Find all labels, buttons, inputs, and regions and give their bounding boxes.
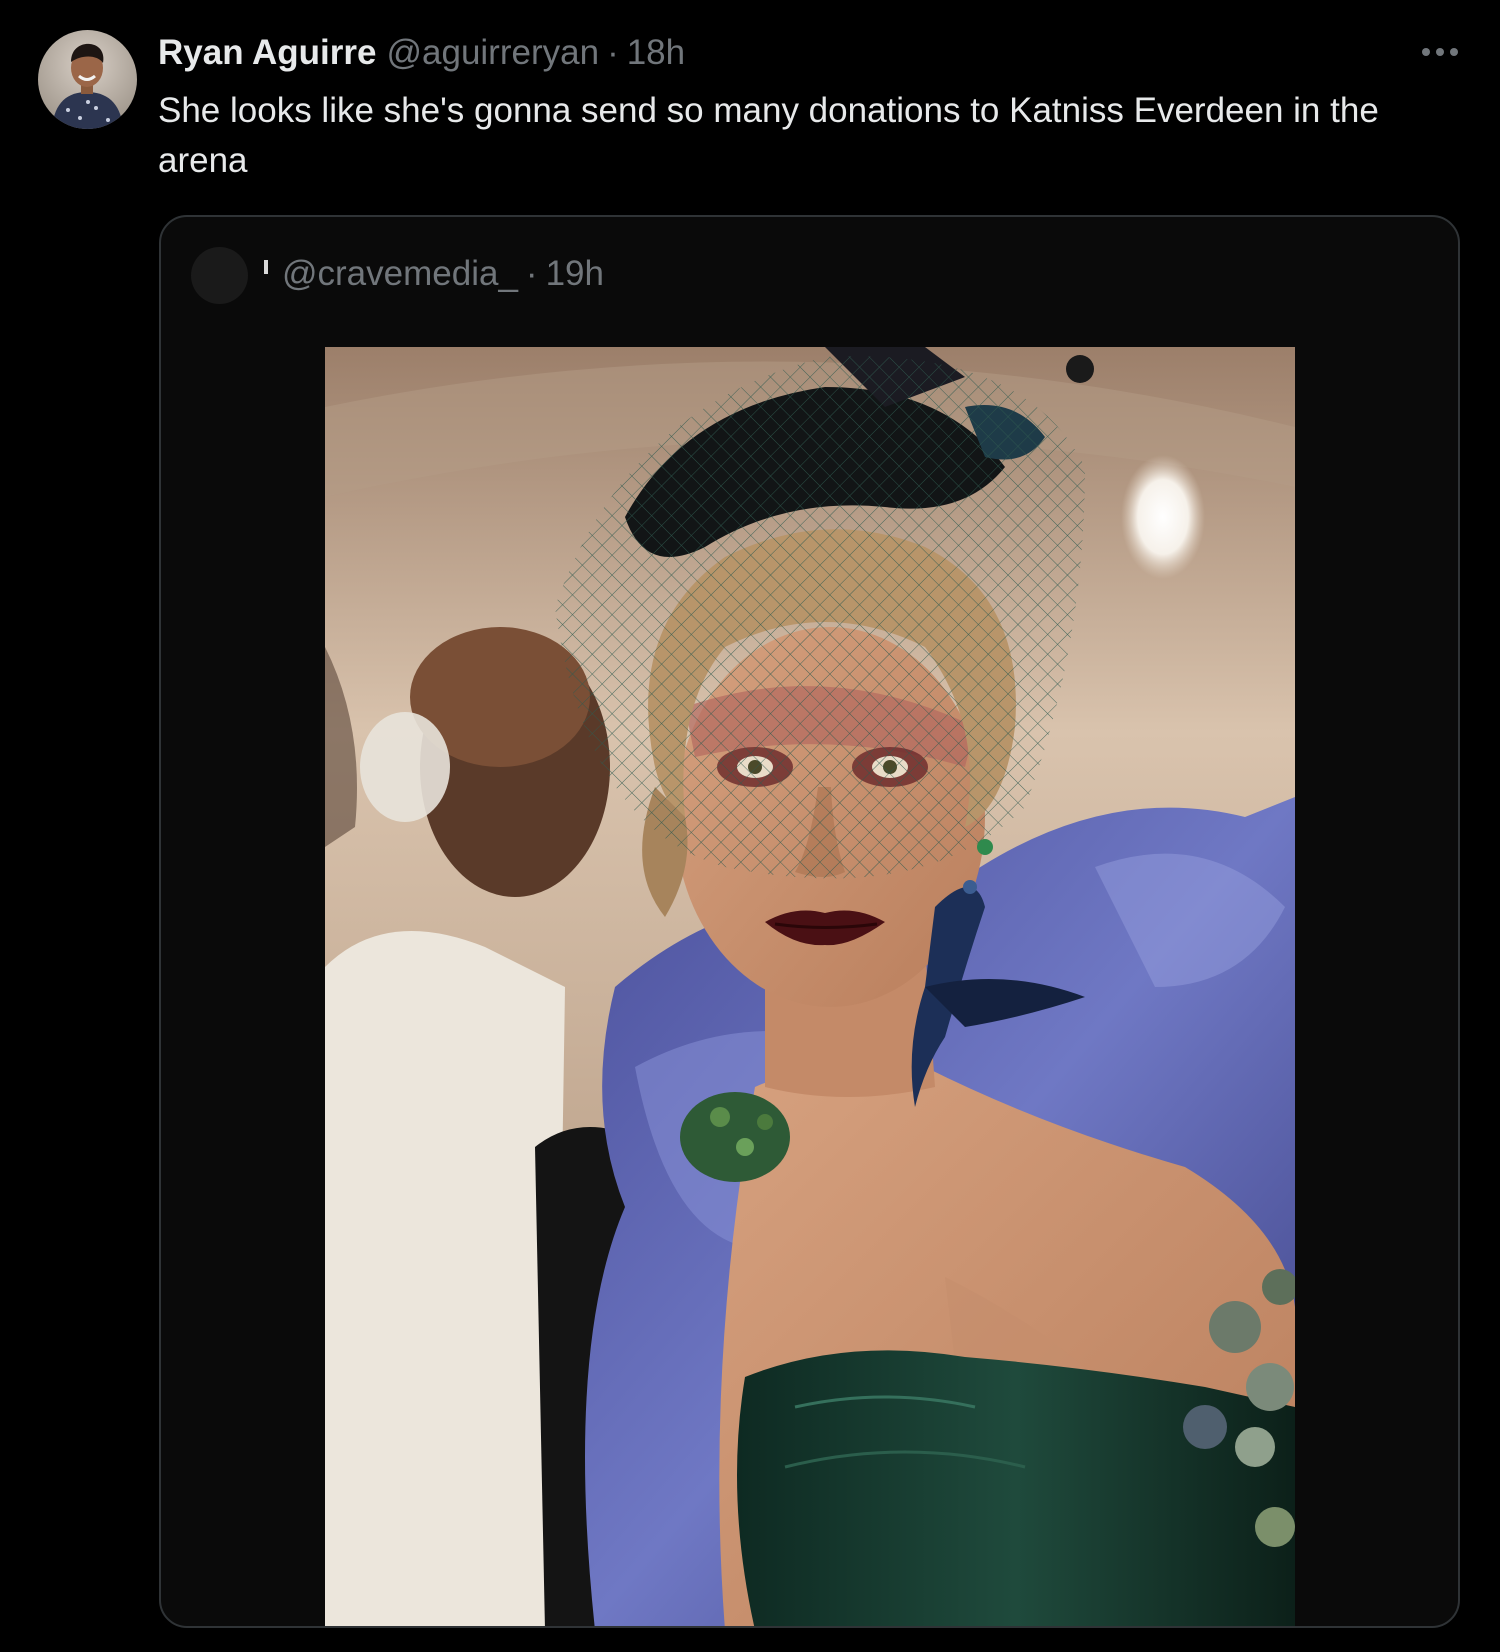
tweet[interactable]: Ryan Aguirre @aguirreryan · 18h She look… — [0, 0, 1500, 1652]
separator-dot: · — [607, 33, 619, 72]
quoted-tweet-photo[interactable] — [325, 347, 1295, 1626]
tweet-text: She looks like she's gonna send so many … — [158, 91, 1379, 180]
quoted-author-handle[interactable]: @cravemedia_ — [282, 254, 518, 294]
tweet-header: Ryan Aguirre @aguirreryan · 18h — [158, 30, 685, 76]
separator-dot: · — [525, 254, 538, 293]
quoted-author-name-fragment — [264, 260, 268, 274]
quoted-tweet-card[interactable]: @cravemedia_ · 19h — [159, 215, 1460, 1628]
quoted-tweet-header: @cravemedia_ · 19h — [282, 251, 604, 297]
author-avatar[interactable] — [38, 30, 137, 129]
quoted-tweet-timestamp[interactable]: 19h — [546, 254, 604, 294]
author-name[interactable]: Ryan Aguirre — [158, 30, 376, 76]
more-options-button[interactable] — [1418, 32, 1462, 72]
author-handle[interactable]: @aguirreryan — [386, 30, 599, 76]
tweet-timestamp[interactable]: 18h — [627, 30, 685, 76]
ellipsis-icon — [1422, 48, 1458, 56]
quoted-author-avatar[interactable] — [191, 247, 248, 304]
